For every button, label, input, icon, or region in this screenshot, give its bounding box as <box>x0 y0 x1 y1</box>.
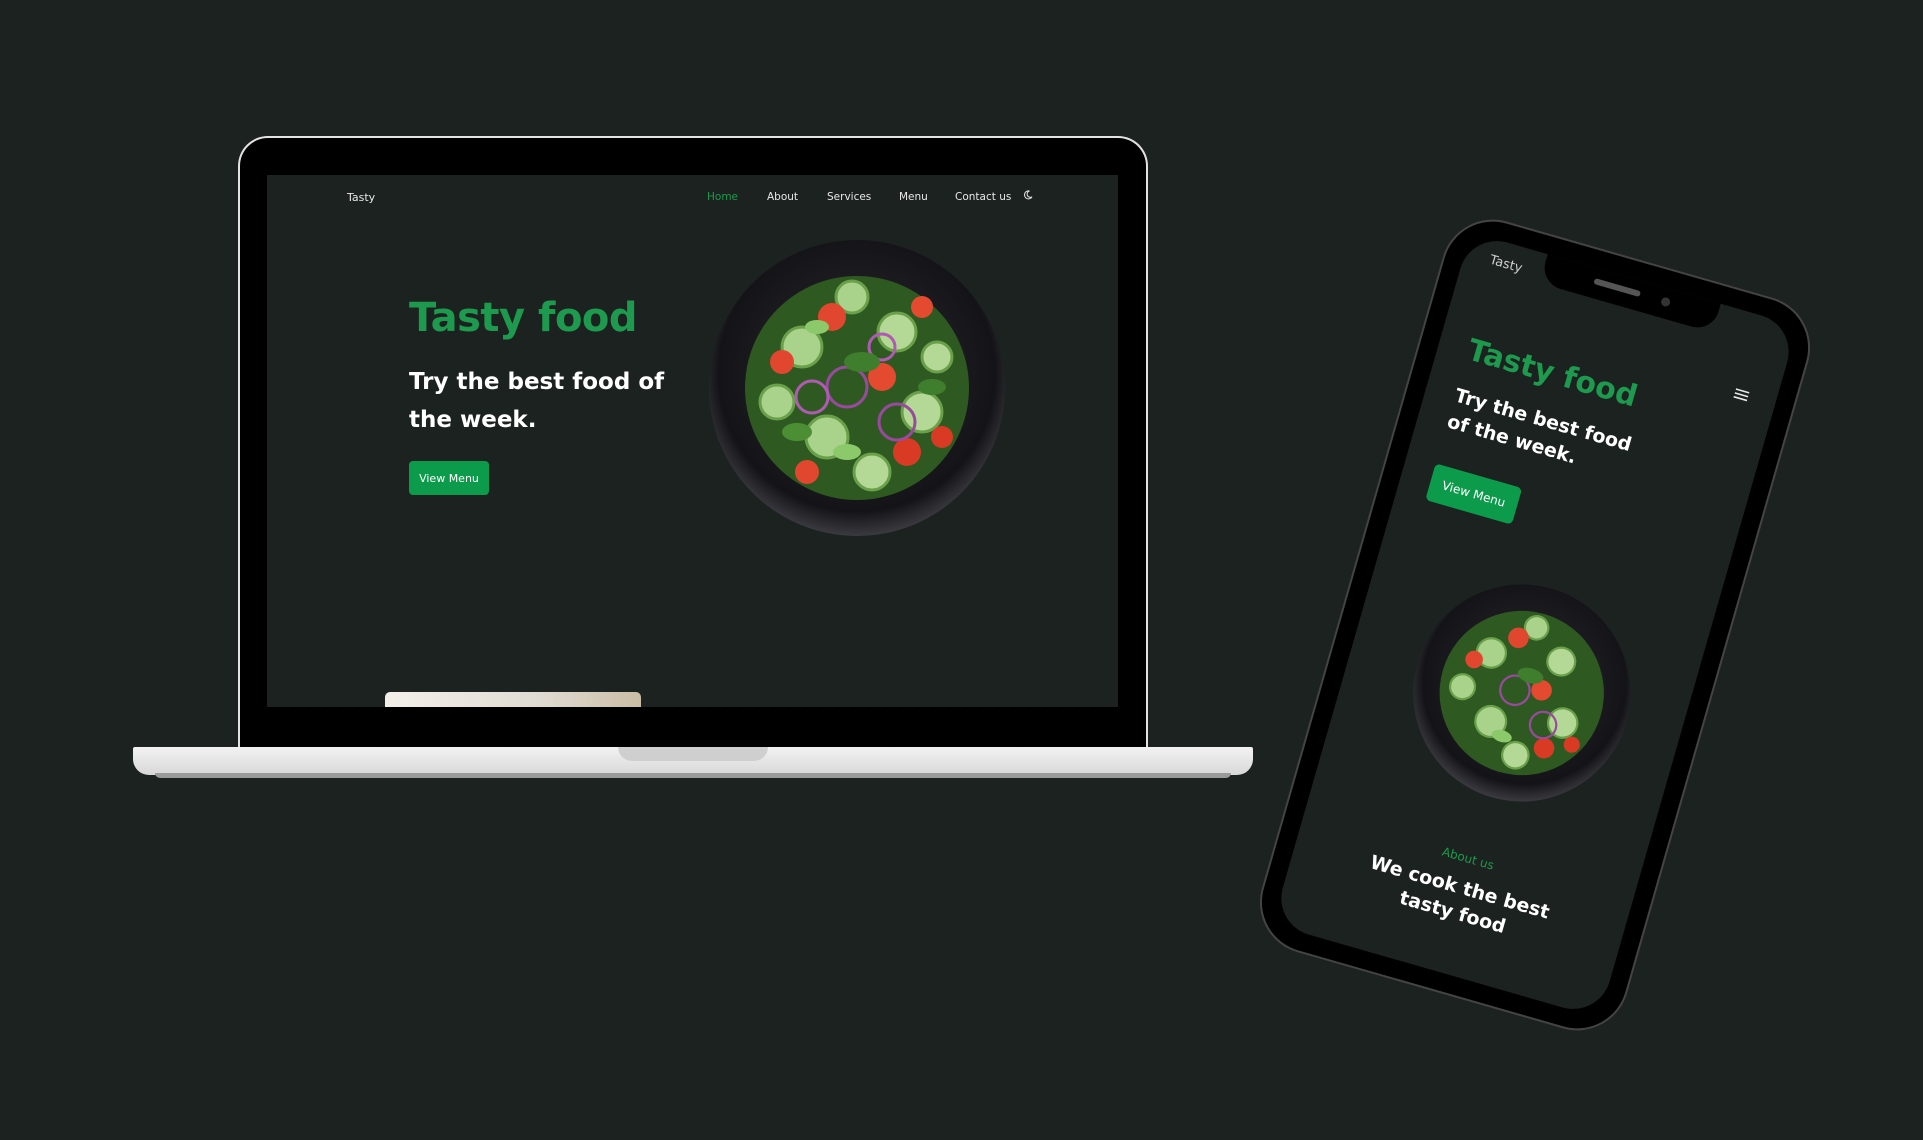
laptop-notch <box>618 747 768 761</box>
nav-about[interactable]: About <box>767 191 798 203</box>
mobile-brand[interactable]: Tasty <box>1488 253 1524 277</box>
laptop-screen: Tasty Home About Services Menu Contact u… <box>267 175 1118 707</box>
view-menu-button[interactable]: View Menu <box>409 461 489 495</box>
about-image-preview <box>385 692 641 707</box>
phone-camera <box>1660 296 1672 308</box>
phone-screen: Tasty Tasty food Try the best food of th… <box>1272 232 1798 1018</box>
nav-services[interactable]: Services <box>827 191 871 203</box>
nav-brand[interactable]: Tasty <box>347 191 375 204</box>
laptop-base-shadow <box>155 773 1231 778</box>
hero-title: Tasty food <box>409 295 638 341</box>
nav-contact[interactable]: Contact us <box>955 191 1011 203</box>
mobile-view-menu-button[interactable]: View Menu <box>1425 463 1523 525</box>
hero-subtitle: Try the best food of the week. <box>409 369 665 433</box>
phone-notch <box>1539 252 1722 333</box>
mobile-salad-bowl-image <box>1413 584 1631 802</box>
phone-frame: Tasty Tasty food Try the best food of th… <box>1247 207 1823 1043</box>
nav-home[interactable]: Home <box>707 191 738 203</box>
nav-menu[interactable]: Menu <box>899 191 928 203</box>
hamburger-icon[interactable] <box>1733 387 1750 402</box>
phone-speaker <box>1593 278 1642 298</box>
moon-icon[interactable] <box>1023 190 1033 200</box>
salad-bowl-image <box>709 240 1005 536</box>
